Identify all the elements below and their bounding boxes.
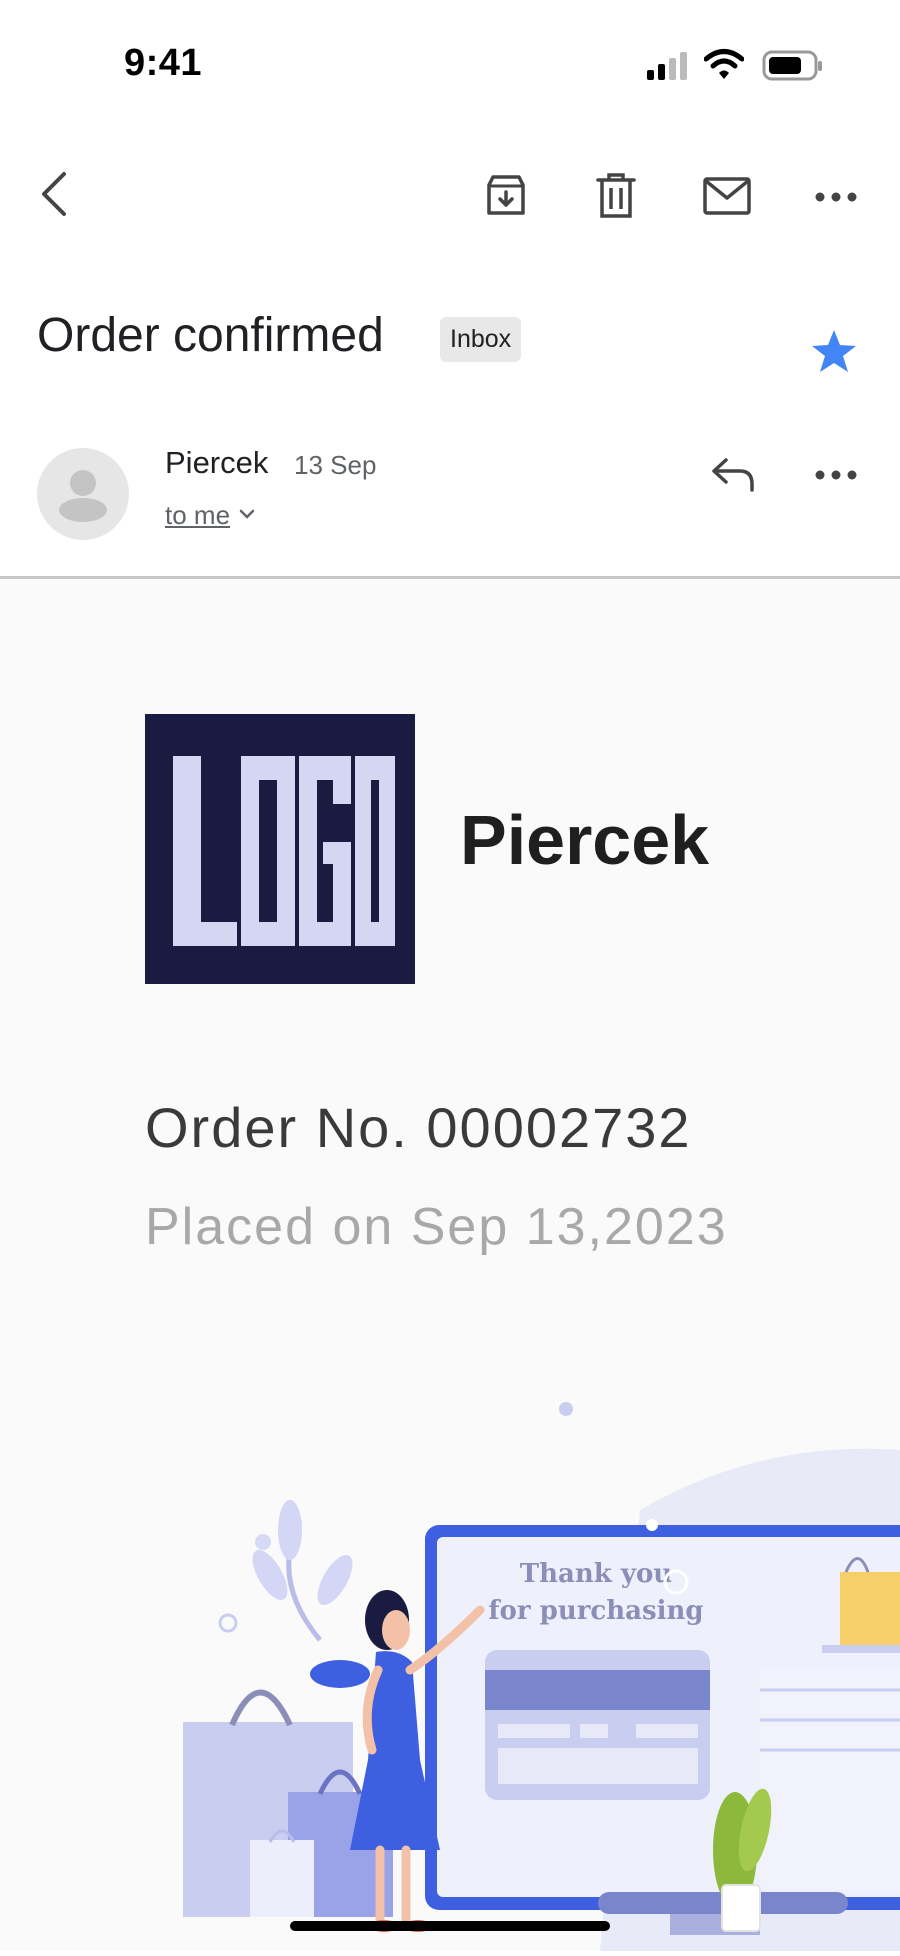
reply-icon: [710, 454, 758, 499]
illustration-line-2: for purchasing: [488, 1596, 703, 1626]
mark-unread-button[interactable]: [697, 170, 757, 226]
mail-icon: [702, 176, 752, 221]
home-indicator[interactable]: [290, 1921, 610, 1931]
star-button[interactable]: [810, 328, 858, 379]
archive-button[interactable]: [478, 170, 534, 226]
chevron-down-icon: [238, 507, 256, 525]
more-horizontal-icon: [815, 467, 857, 485]
illustration-line-1: Thank you: [520, 1559, 673, 1589]
recipient-details-toggle[interactable]: to me: [165, 500, 256, 531]
reply-button[interactable]: [706, 448, 762, 504]
wifi-icon: [703, 48, 745, 87]
message-more-button[interactable]: [806, 456, 866, 496]
inbox-label-chip[interactable]: Inbox: [440, 317, 522, 362]
person-icon: [59, 470, 107, 522]
trash-icon: [594, 172, 638, 225]
email-subject: Order confirmed: [37, 309, 384, 362]
archive-icon: [483, 173, 529, 224]
brand-name: Piercek: [460, 801, 710, 879]
status-time: 9:41: [124, 42, 203, 84]
thank-you-illustration: Thank you for purchasing: [0, 1380, 900, 1951]
more-horizontal-icon: [815, 189, 857, 207]
more-button[interactable]: [806, 178, 866, 218]
brand-logo: [145, 714, 415, 984]
signal-icon: [645, 50, 689, 87]
recipient-label: to me: [165, 500, 231, 530]
star-icon: [810, 330, 858, 378]
back-button[interactable]: [24, 166, 84, 226]
chevron-left-icon: [38, 170, 70, 223]
avatar[interactable]: [37, 448, 129, 540]
battery-icon: [762, 50, 824, 87]
order-date: Placed on Sep 13,2023: [145, 1198, 728, 1256]
order-number: Order No. 00002732: [145, 1096, 692, 1159]
sender-name: Piercek: [165, 445, 269, 480]
email-date: 13 Sep: [294, 450, 377, 480]
delete-button[interactable]: [588, 170, 644, 226]
